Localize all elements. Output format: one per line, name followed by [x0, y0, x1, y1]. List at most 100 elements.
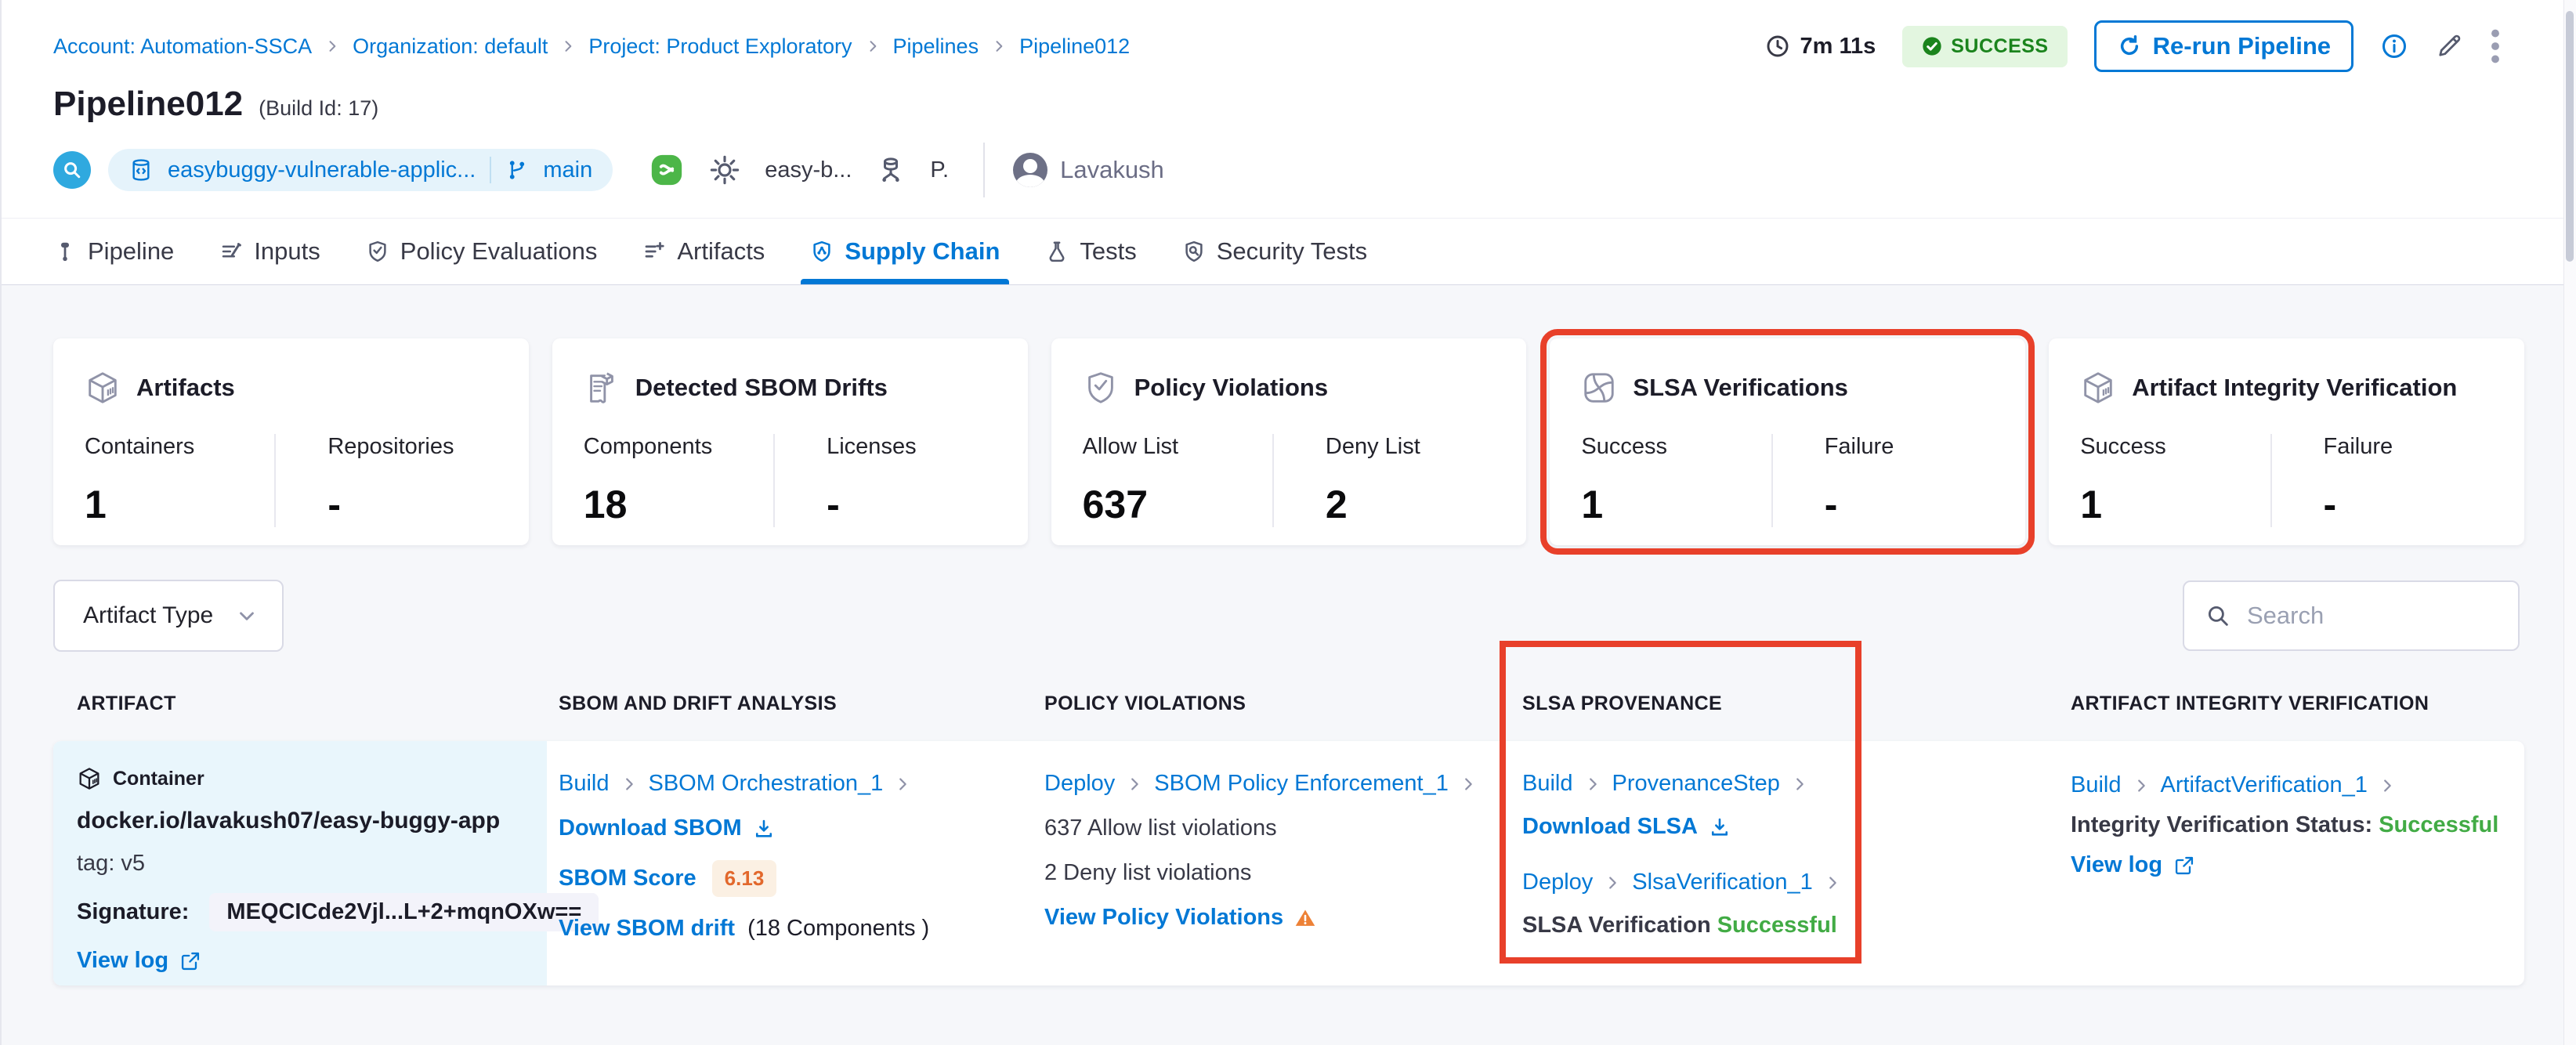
title-row: Pipeline012 (Build Id: 17): [2, 72, 2576, 124]
sbom-score-link[interactable]: SBOM Score: [559, 866, 696, 891]
search-input[interactable]: [2247, 602, 2498, 630]
card-slsa-verifications: SLSA Verifications Success 1 Failure -: [1540, 329, 2035, 555]
step-link[interactable]: SBOM Orchestration_1: [649, 771, 884, 797]
tab-tests[interactable]: Tests: [1045, 219, 1137, 284]
stage-link[interactable]: Build: [2071, 772, 2122, 798]
delegate-icon: [882, 157, 900, 182]
summary-cards: Artifacts Containers 1 Repositories - Dete…: [2, 329, 2576, 555]
chevron-right-icon: [1829, 876, 1836, 889]
column-artifact: ARTIFACT: [77, 692, 176, 714]
stage-link[interactable]: Build: [559, 771, 610, 797]
step-link[interactable]: SlsaVerification_1: [1632, 870, 1813, 895]
tab-supply-chain[interactable]: Supply Chain: [801, 219, 1010, 284]
breadcrumb-pipelines[interactable]: Pipelines: [893, 34, 979, 59]
chevron-right-icon: [899, 777, 907, 790]
step-link[interactable]: SBOM Policy Enforcement_1: [1154, 771, 1449, 797]
column-policy-violations: POLICY VIOLATIONS: [1044, 692, 1246, 714]
card-artifacts: Artifacts Containers 1 Repositories -: [53, 338, 529, 545]
tab-pipeline[interactable]: Pipeline: [53, 219, 174, 284]
search-icon: [2208, 606, 2228, 626]
chevron-right-icon: [324, 38, 340, 54]
breadcrumb-pipeline012[interactable]: Pipeline012: [1019, 34, 1130, 59]
policy-step-path: Deploy SBOM Policy Enforcement_1: [1044, 771, 1477, 797]
stat-value: 637: [1082, 483, 1149, 526]
pipeline-icon: [61, 242, 69, 262]
config-name[interactable]: easy-b...: [765, 157, 852, 183]
integrity-verification-status: Integrity Verification Status: Successfu…: [2071, 812, 2499, 837]
step-link[interactable]: ArtifactVerification_1: [2161, 772, 2368, 798]
tab-security-tests[interactable]: Security Tests: [1182, 219, 1367, 284]
rerun-pipeline-button[interactable]: Re-run Pipeline: [2093, 20, 2353, 72]
view-log-link[interactable]: View log: [2071, 852, 2195, 878]
external-link-icon: [182, 952, 200, 970]
view-sbom-drift-link[interactable]: View SBOM drift: [559, 916, 735, 942]
artifact-tag: tag: v5: [77, 851, 146, 876]
gear-icon: [711, 155, 740, 185]
stat-value: 1: [85, 483, 107, 526]
tab-artifacts[interactable]: Artifacts: [642, 219, 765, 284]
sbom-score-badge: 6.13: [711, 860, 777, 897]
stat-label: Deny List: [1325, 434, 1420, 459]
top-bar: Account: Automation-SSCA Organization: d…: [2, 0, 2576, 72]
flask-icon: [1049, 241, 1065, 262]
stat-value: -: [327, 483, 341, 526]
tab-policy-evaluations[interactable]: Policy Evaluations: [366, 219, 597, 284]
clock-icon: [1767, 35, 1789, 57]
build-id: (Build Id: 17): [259, 96, 379, 120]
chevron-right-icon: [1131, 777, 1139, 790]
stage-link[interactable]: Build: [1522, 771, 1573, 797]
column-slsa-provenance: SLSA PROVENANCE: [1522, 692, 1723, 714]
breadcrumb-project[interactable]: Project: Product Exploratory: [588, 34, 852, 59]
more-options-icon[interactable]: [2490, 28, 2501, 64]
pipeline-execution-page: Account: Automation-SSCA Organization: d…: [0, 0, 2576, 1045]
card-policy-violations: Policy Violations Allow List 637 Deny Lis…: [1051, 338, 1527, 545]
refresh-icon: [2120, 34, 2138, 56]
edit-pipeline-icon[interactable]: [2435, 32, 2463, 60]
cd-module-icon: [652, 154, 682, 186]
repo-name[interactable]: easybuggy-vulnerable-applic...: [168, 157, 476, 183]
stat-label: Failure: [1824, 434, 1894, 459]
slsa-verification-status: SLSA Verification Successful: [1522, 913, 1837, 938]
card-title: Detected SBOM Drifts: [635, 374, 888, 401]
artifact-type-dropdown[interactable]: Artifact Type: [53, 580, 284, 652]
stat-value: 1: [1581, 483, 1604, 526]
stat-value: -: [827, 483, 840, 526]
info-icon[interactable]: [2380, 32, 2408, 60]
stage-link[interactable]: Deploy: [1522, 870, 1593, 895]
sbom-drift-icon: [589, 372, 613, 403]
step-link[interactable]: ProvenanceStep: [1612, 771, 1780, 797]
execution-context: easy-b... P.: [649, 152, 949, 188]
download-icon: [1711, 818, 1728, 836]
policy-shield-check-icon: [1087, 372, 1113, 403]
card-title: Policy Violations: [1134, 374, 1329, 401]
download-slsa-link[interactable]: Download SLSA: [1522, 814, 1731, 840]
view-log-link[interactable]: View log: [77, 948, 201, 974]
filter-row: Artifact Type: [2, 580, 2576, 652]
stat-label: Success: [2080, 434, 2166, 459]
stat-label: Licenses: [827, 434, 917, 459]
chevron-right-icon: [2384, 779, 2391, 792]
signature-row: Signature: MEQCICde2Vjl...L+2+mqnOXw==: [77, 893, 599, 931]
card-sbom-drifts: Detected SBOM Drifts Components 18 Licens…: [552, 338, 1028, 545]
download-sbom-link[interactable]: Download SBOM: [559, 815, 775, 841]
header-actions: 7m 11s SUCCESS Re-run Pipeline: [1765, 20, 2501, 72]
stage-link[interactable]: Deploy: [1044, 771, 1115, 797]
signature-label: Signature:: [77, 899, 190, 924]
container-cube-icon: [79, 768, 99, 790]
download-icon: [755, 819, 772, 837]
tab-inputs[interactable]: Inputs: [219, 219, 320, 284]
branch-name[interactable]: main: [543, 157, 592, 183]
breadcrumb-organization[interactable]: Organization: default: [353, 34, 548, 59]
scrollbar-thumb[interactable]: [2566, 11, 2574, 262]
deny-list-violations: 2 Deny list violations: [1044, 860, 1252, 885]
sbom-step-path: Build SBOM Orchestration_1: [559, 771, 911, 797]
breadcrumb-account[interactable]: Account: Automation-SSCA: [53, 34, 312, 59]
view-policy-violations-link[interactable]: View Policy Violations: [1044, 905, 1316, 931]
table-row: Container docker.io/lavakush07/easy-bugg…: [53, 741, 2524, 985]
sbom-drift-row: View SBOM drift (18 Components ): [559, 916, 929, 942]
signature-value: MEQCICde2Vjl...L+2+mqnOXw==: [209, 893, 599, 931]
drift-component-count: (18 Components ): [747, 916, 930, 941]
execution-duration: 7m 11s: [1765, 34, 1876, 60]
column-sbom: SBOM AND DRIFT ANALYSIS: [559, 692, 838, 714]
security-shield-search-icon: [1185, 240, 1203, 262]
